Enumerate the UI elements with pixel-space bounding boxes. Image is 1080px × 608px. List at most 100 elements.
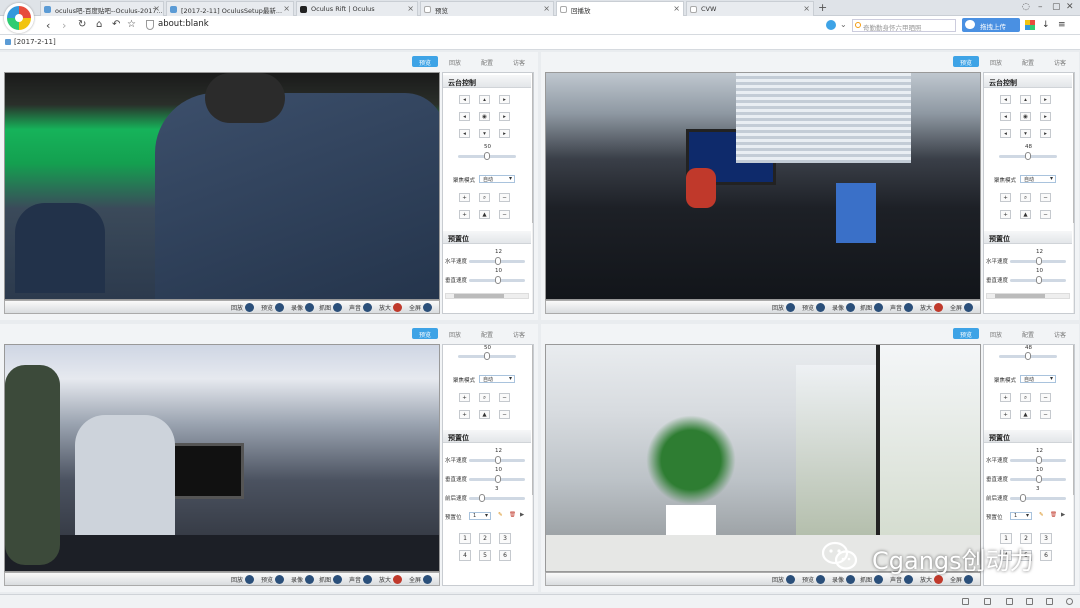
focus-button[interactable]: − xyxy=(499,210,510,219)
ctrl-label-1[interactable]: 预览 xyxy=(802,575,814,584)
status-icon-2[interactable] xyxy=(984,598,991,605)
upload-button[interactable]: 拖拽上传 xyxy=(962,18,1020,32)
minimize-icon[interactable]: – xyxy=(1038,2,1043,12)
ctrl-label-0[interactable]: 回放 xyxy=(772,575,784,584)
ctrl-label-4[interactable]: 声音 xyxy=(890,303,902,312)
ptz-direction-button[interactable]: ▸ xyxy=(1040,129,1051,138)
browser-logo-icon[interactable] xyxy=(4,3,34,33)
ctrl-icon-1[interactable] xyxy=(275,303,284,312)
ctrl-label-2[interactable]: 录像 xyxy=(291,575,303,584)
panel-tab-2[interactable]: 配置 xyxy=(1015,56,1041,67)
camera-video[interactable] xyxy=(4,72,440,300)
ctrl-label-0[interactable]: 回放 xyxy=(231,303,243,312)
focus-button[interactable]: + xyxy=(1000,210,1011,219)
ptz-direction-button[interactable]: ◉ xyxy=(479,112,490,121)
ctrl-label-4[interactable]: 声音 xyxy=(349,303,361,312)
camera-video[interactable] xyxy=(4,344,440,572)
zoom-slider[interactable] xyxy=(458,352,516,360)
shield-icon[interactable]: ◌ xyxy=(1022,2,1030,12)
edit-icon[interactable]: ✎ xyxy=(498,512,503,518)
close-icon[interactable]: × xyxy=(803,4,810,13)
scroll-thumb[interactable] xyxy=(454,294,504,298)
panel-tab-1[interactable]: 回放 xyxy=(983,328,1009,339)
hspeed-slider[interactable] xyxy=(1010,456,1066,464)
ptz-direction-button[interactable]: ▾ xyxy=(1020,129,1031,138)
fspeed-slider[interactable] xyxy=(1010,494,1066,502)
ptz-direction-button[interactable]: ▸ xyxy=(1040,112,1051,121)
ctrl-icon-4[interactable] xyxy=(363,303,372,312)
focus-mode-select[interactable]: 自动 xyxy=(479,175,515,183)
ptz-direction-button[interactable]: ▴ xyxy=(479,95,490,104)
ctrl-icon-2[interactable] xyxy=(305,575,314,584)
ptz-direction-button[interactable]: ▸ xyxy=(499,95,510,104)
edit-icon[interactable]: ✎ xyxy=(1039,512,1044,518)
ctrl-label-3[interactable]: 抓图 xyxy=(319,575,331,584)
ctrl-icon-3[interactable] xyxy=(333,575,342,584)
slider-knob[interactable] xyxy=(1036,456,1042,464)
close-icon[interactable]: × xyxy=(673,4,680,13)
focus-button[interactable]: − xyxy=(499,410,510,419)
ctrl-label-5[interactable]: 放大 xyxy=(379,575,391,584)
scroll-thumb[interactable] xyxy=(532,73,533,223)
ctrl-label-6[interactable]: 全屏 xyxy=(409,303,421,312)
ctrl-icon-6[interactable] xyxy=(423,303,432,312)
ctrl-icon-1[interactable] xyxy=(816,303,825,312)
preset-select[interactable]: 1 xyxy=(1010,512,1032,520)
panel-tab-1[interactable]: 回放 xyxy=(442,56,468,67)
ctrl-icon-6[interactable] xyxy=(423,575,432,584)
focus-mode-select[interactable]: 自动 xyxy=(1020,175,1056,183)
scroll-thumb[interactable] xyxy=(995,294,1045,298)
ctrl-icon-0[interactable] xyxy=(245,303,254,312)
ptz-direction-button[interactable]: ▸ xyxy=(499,129,510,138)
slider-knob[interactable] xyxy=(495,257,501,265)
ptz-direction-button[interactable]: ◂ xyxy=(1000,112,1011,121)
focus-mode-select[interactable]: 自动 xyxy=(1020,375,1056,383)
vspeed-slider[interactable] xyxy=(469,475,525,483)
focus-button[interactable]: − xyxy=(1040,393,1051,402)
focus-button[interactable]: + xyxy=(459,410,470,419)
ctrl-label-3[interactable]: 抓图 xyxy=(319,303,331,312)
bookmark-item[interactable]: [2017-2-11] xyxy=(5,38,56,46)
search-input[interactable]: 奇勤勤身怀六甲晒照 xyxy=(852,19,956,32)
ctrl-label-1[interactable]: 预览 xyxy=(802,303,814,312)
focus-button[interactable]: − xyxy=(499,393,510,402)
close-icon[interactable]: × xyxy=(153,4,160,13)
tab-2[interactable]: Oculus Rift | Oculus × xyxy=(296,1,418,16)
horizontal-scrollbar[interactable] xyxy=(986,293,1070,299)
ctrl-icon-5[interactable] xyxy=(393,303,402,312)
status-icon-3[interactable] xyxy=(1006,598,1013,605)
ptz-direction-button[interactable]: ◂ xyxy=(459,129,470,138)
panel-tab-1[interactable]: 回放 xyxy=(442,328,468,339)
slider-knob[interactable] xyxy=(479,494,485,502)
focus-button[interactable]: − xyxy=(1040,210,1051,219)
scroll-thumb[interactable] xyxy=(532,345,533,495)
ptz-direction-button[interactable]: ◂ xyxy=(459,112,470,121)
ctrl-label-2[interactable]: 录像 xyxy=(291,303,303,312)
maximize-icon[interactable]: ▢ xyxy=(1052,2,1061,12)
play-icon[interactable]: ▶ xyxy=(520,512,524,518)
scroll-thumb[interactable] xyxy=(1073,73,1074,223)
focus-button[interactable]: + xyxy=(459,193,470,202)
ctrl-icon-5[interactable] xyxy=(934,303,943,312)
ctrl-icon-2[interactable] xyxy=(305,303,314,312)
focus-button[interactable]: + xyxy=(1000,393,1011,402)
ctrl-label-6[interactable]: 全屏 xyxy=(950,303,962,312)
ctrl-icon-3[interactable] xyxy=(874,303,883,312)
panel-tab-3[interactable]: 访客 xyxy=(506,328,532,339)
panel-tab-2[interactable]: 配置 xyxy=(1015,328,1041,339)
ctrl-icon-4[interactable] xyxy=(904,303,913,312)
focus-mode-select[interactable]: 自动 xyxy=(479,375,515,383)
focus-button[interactable]: ⌕ xyxy=(479,393,490,402)
hspeed-slider[interactable] xyxy=(469,257,525,265)
panel-tab-0[interactable]: 预览 xyxy=(412,56,438,67)
focus-button[interactable]: ▲ xyxy=(479,210,490,219)
status-icon-1[interactable] xyxy=(962,598,969,605)
vspeed-slider[interactable] xyxy=(1010,475,1066,483)
delete-icon[interactable]: 🗑 xyxy=(1050,512,1057,518)
undo-icon[interactable]: ↶ xyxy=(112,19,120,30)
slider-knob[interactable] xyxy=(1036,475,1042,483)
ctrl-label-2[interactable]: 录像 xyxy=(832,303,844,312)
focus-button[interactable]: ▲ xyxy=(479,410,490,419)
focus-button[interactable]: − xyxy=(499,193,510,202)
slider-knob[interactable] xyxy=(1020,494,1026,502)
